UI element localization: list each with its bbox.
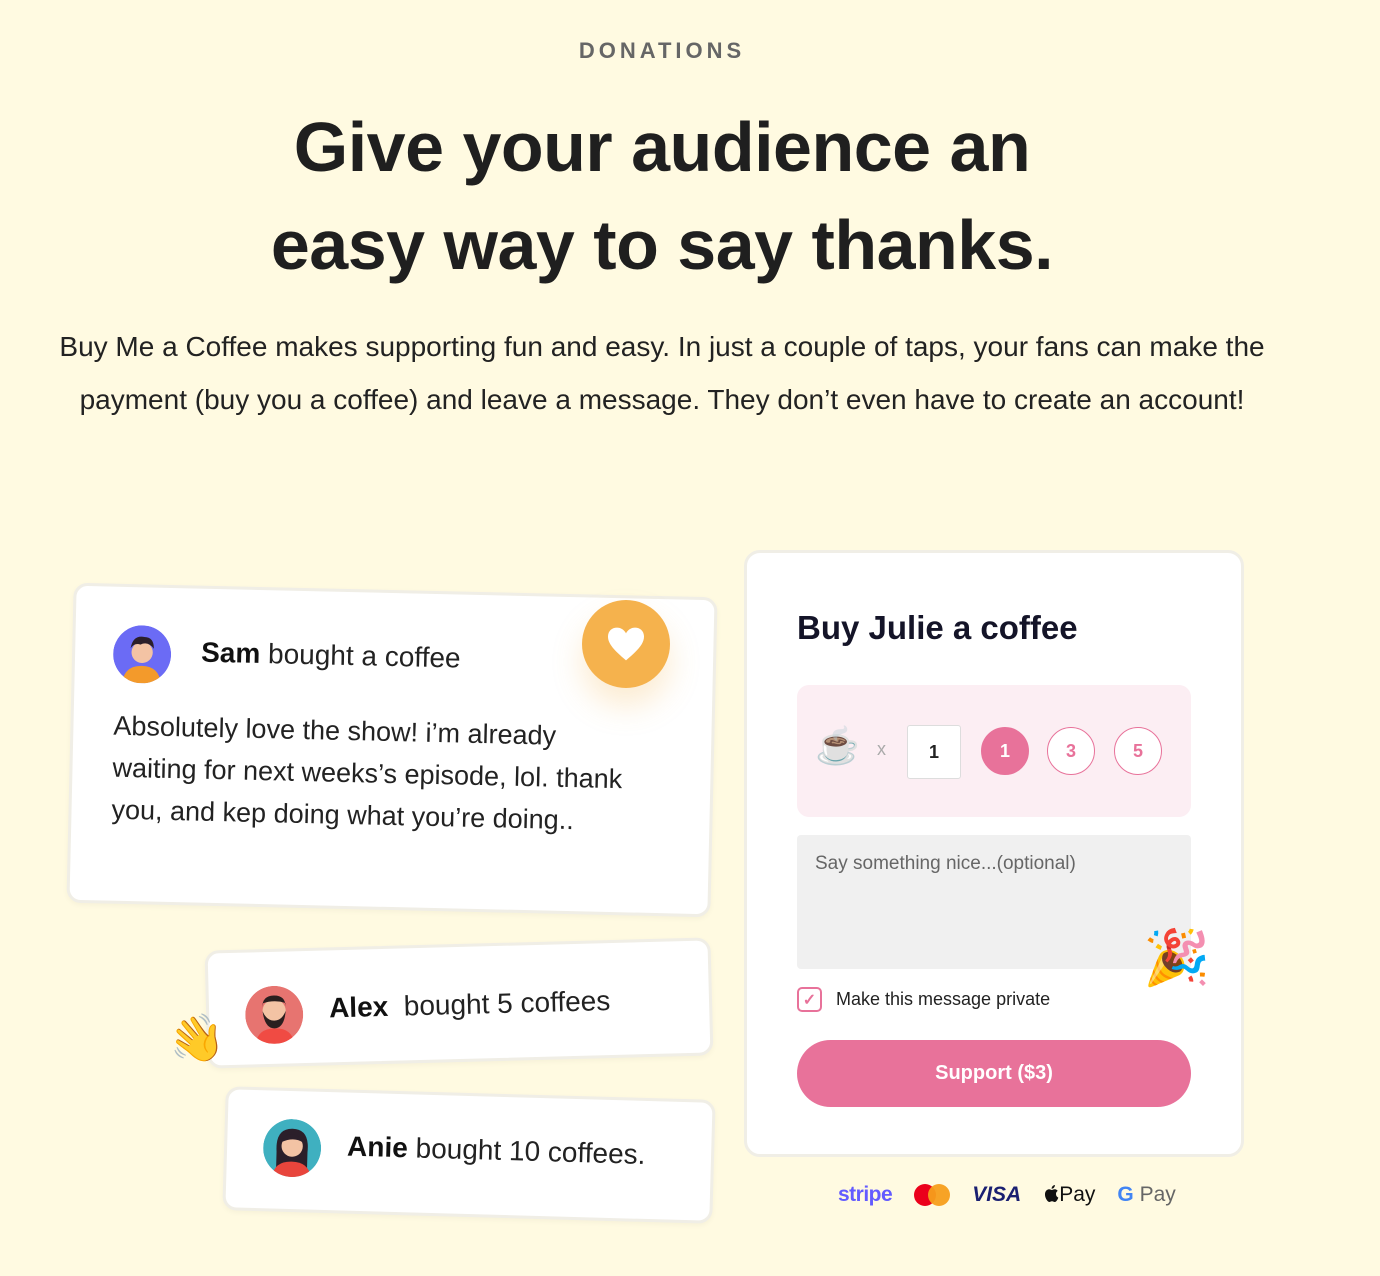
headline-line-2: easy way to say thanks. — [270, 206, 1054, 284]
supporter-name: Sam — [200, 636, 261, 669]
avatar-anie-icon — [263, 1119, 322, 1178]
headline-line-1: Give your audience an — [293, 108, 1031, 186]
heart-icon — [608, 627, 644, 661]
payment-methods: stripe VISA Pay G Pay — [838, 1178, 1176, 1212]
supporter-action: bought a coffee — [259, 637, 461, 674]
support-button[interactable]: Support ($3) — [797, 1040, 1191, 1107]
supporter-card-anie: Anie bought 10 coffees. — [222, 1086, 716, 1224]
coffee-cup-icon: ☕ — [815, 725, 860, 766]
apple-icon — [1045, 1185, 1059, 1202]
avatar-alex — [244, 985, 304, 1045]
avatar-anie — [262, 1118, 322, 1178]
section-description: Buy Me a Coffee makes supporting fun and… — [59, 331, 1265, 415]
supporter-line: Anie bought 10 coffees. — [347, 1131, 646, 1171]
quantity-input[interactable]: 1 — [907, 725, 961, 779]
avatar-alex-icon — [245, 985, 304, 1045]
widget-title: Buy Julie a coffee — [797, 609, 1078, 646]
supporter-action: bought 5 coffees — [387, 985, 611, 1022]
apple-pay-logo-icon: Pay — [1043, 1183, 1095, 1207]
supporter-message: Absolutely love the show! i’m already wa… — [111, 710, 623, 836]
supporter-name: Alex — [328, 990, 389, 1024]
supporter-line: Sam bought a coffee — [201, 637, 461, 675]
message-textarea[interactable]: Say something nice...(optional) — [797, 835, 1191, 969]
checkmark-icon: ✓ — [802, 991, 817, 1009]
times-symbol: x — [877, 739, 886, 759]
private-checkbox-label: Make this message private — [836, 989, 1051, 1009]
stripe-logo-icon: stripe — [838, 1183, 893, 1206]
quantity-selector: ☕ x 1 1 3 5 — [797, 685, 1191, 817]
headline: Give your audience an easy way to say th… — [0, 98, 1324, 294]
supporter-action: bought 10 coffees. — [407, 1132, 646, 1170]
quantity-option-5[interactable]: 5 — [1114, 727, 1162, 775]
avatar-sam-icon — [113, 625, 172, 684]
supporter-line: Alex bought 5 coffees — [329, 985, 611, 1024]
party-popper-icon: 🎉 — [1143, 928, 1211, 988]
private-checkbox[interactable]: ✓ — [797, 987, 822, 1012]
section-eyebrow: DONATIONS — [578, 38, 746, 63]
google-g-icon: G — [1117, 1183, 1134, 1206]
supporter-card-alex: Alex bought 5 coffees — [204, 937, 714, 1069]
buy-coffee-widget: Buy Julie a coffee ☕ x 1 1 3 5 Say somet… — [744, 550, 1244, 1157]
quantity-option-1[interactable]: 1 — [981, 727, 1029, 775]
google-pay-logo-icon: G Pay — [1117, 1183, 1175, 1207]
supporter-name: Anie — [346, 1130, 409, 1164]
waving-hand-icon: 👋 — [163, 1008, 230, 1070]
apple-pay-text: Pay — [1059, 1183, 1096, 1206]
mastercard-logo-icon — [914, 1184, 951, 1206]
private-checkbox-row[interactable]: ✓ Make this message private — [797, 987, 1050, 1012]
visa-logo-icon: VISA — [972, 1183, 1022, 1206]
quantity-option-3[interactable]: 3 — [1047, 727, 1095, 775]
heart-badge — [582, 600, 670, 688]
avatar-sam — [112, 625, 172, 684]
google-pay-text: Pay — [1133, 1183, 1176, 1206]
